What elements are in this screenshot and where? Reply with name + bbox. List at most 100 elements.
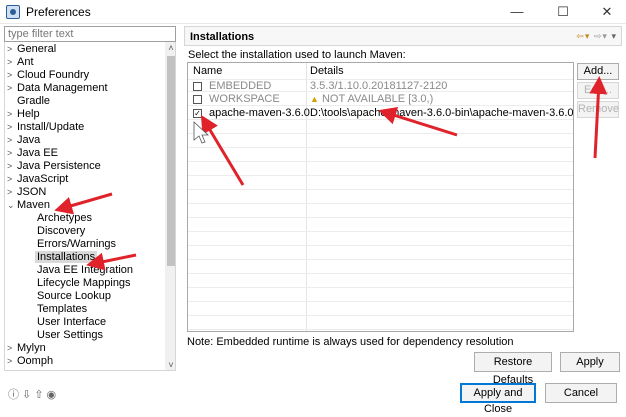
row-checkbox[interactable] bbox=[193, 95, 202, 104]
tree-item-archetypes[interactable]: Archetypes bbox=[37, 212, 92, 225]
scroll-down-icon[interactable]: ˅ bbox=[165, 359, 175, 370]
tree-item-gradle[interactable]: Gradle bbox=[7, 95, 50, 108]
tree-item-maven[interactable]: ⌄ Maven bbox=[7, 199, 50, 212]
tree-item-java-ee-integration[interactable]: Java EE Integration bbox=[37, 264, 133, 277]
tree-item-ant[interactable]: > Ant bbox=[7, 56, 34, 69]
tree-item-java[interactable]: > Java bbox=[7, 134, 40, 147]
chevron-right-icon[interactable]: > bbox=[7, 147, 17, 160]
tree-item-lifecycle-mappings[interactable]: Lifecycle Mappings bbox=[37, 277, 131, 290]
chevron-right-icon[interactable]: > bbox=[7, 173, 17, 186]
chevron-right-icon[interactable]: > bbox=[7, 56, 17, 69]
tree-item-help[interactable]: > Help bbox=[7, 108, 40, 121]
chevron-right-icon[interactable]: > bbox=[7, 342, 17, 355]
restore-defaults-button[interactable]: Restore Defaults bbox=[474, 352, 552, 386]
table-row[interactable]: ✓ apache-maven-3.6.0 D:\tools\apache-mav… bbox=[188, 107, 573, 120]
tree-item-cloud-foundry[interactable]: > Cloud Foundry bbox=[7, 69, 89, 82]
row-details: ▲ NOT AVAILABLE [3.0,) bbox=[310, 93, 434, 105]
empty-row bbox=[188, 289, 573, 302]
table-row[interactable]: WORKSPACE ▲ NOT AVAILABLE [3.0,) bbox=[188, 93, 573, 106]
row-name: WORKSPACE bbox=[209, 93, 280, 105]
navigation-icons[interactable]: ⇦▾ ⇨▾ ▾ bbox=[576, 31, 617, 42]
chevron-right-icon[interactable]: > bbox=[7, 108, 17, 121]
page-description: Select the installation used to launch M… bbox=[188, 49, 406, 61]
tree-item-javascript[interactable]: > JavaScript bbox=[7, 173, 68, 186]
table-row[interactable]: EMBEDDED 3.5.3/1.10.0.20181127-2120 bbox=[188, 79, 573, 92]
tree-item-user-interface[interactable]: User Interface bbox=[37, 316, 106, 329]
empty-row bbox=[188, 261, 573, 274]
import-icon[interactable]: ⇩ bbox=[22, 389, 34, 401]
tree-item-installations[interactable]: Installations bbox=[35, 251, 98, 264]
chevron-right-icon[interactable]: > bbox=[7, 134, 17, 147]
scroll-thumb[interactable] bbox=[167, 56, 175, 266]
tree-item-oomph[interactable]: > Oomph bbox=[7, 355, 53, 368]
forward-menu-icon[interactable]: ▾ bbox=[602, 31, 608, 41]
empty-row bbox=[188, 191, 573, 204]
tree-item-source-lookup[interactable]: Source Lookup bbox=[37, 290, 111, 303]
row-checkbox-checked[interactable]: ✓ bbox=[193, 109, 202, 118]
tree-item-install-update[interactable]: > Install/Update bbox=[7, 121, 84, 134]
tree-scrollbar[interactable]: ˄ ˅ bbox=[165, 42, 175, 370]
view-menu-icon[interactable]: ▾ bbox=[611, 31, 617, 41]
row-name: apache-maven-3.6.0 bbox=[209, 107, 310, 119]
page-title: Installations bbox=[190, 31, 255, 43]
scroll-up-icon[interactable]: ˄ bbox=[165, 42, 175, 54]
empty-row bbox=[188, 135, 573, 148]
empty-row bbox=[188, 163, 573, 176]
tree-item-user-settings[interactable]: User Settings bbox=[37, 329, 103, 342]
row-name: EMBEDDED bbox=[209, 80, 272, 92]
empty-row bbox=[188, 303, 573, 316]
maximize-button[interactable]: ☐ bbox=[540, 0, 586, 24]
row-details: 3.5.3/1.10.0.20181127-2120 bbox=[310, 80, 448, 92]
chevron-right-icon[interactable]: > bbox=[7, 69, 17, 82]
minimize-button[interactable]: — bbox=[494, 0, 540, 24]
title-bar: Preferences — ☐ ✕ bbox=[0, 0, 626, 24]
help-icon[interactable]: ⓘ bbox=[8, 389, 22, 401]
preferences-app-icon bbox=[6, 5, 20, 19]
empty-row bbox=[188, 121, 573, 134]
row-checkbox[interactable] bbox=[193, 82, 202, 91]
preferences-tree: > General > Ant > Cloud Foundry > Data Manag… bbox=[4, 42, 176, 371]
export-icon[interactable]: ⇧ bbox=[34, 389, 46, 401]
filter-input[interactable]: type filter text bbox=[4, 26, 176, 42]
tree-item-mylyn[interactable]: > Mylyn bbox=[7, 342, 46, 355]
tree-item-java-ee[interactable]: > Java EE bbox=[7, 147, 58, 160]
column-header-name[interactable]: Name bbox=[193, 65, 222, 77]
page-header: Installations ⇦▾ ⇨▾ ▾ bbox=[184, 26, 622, 46]
embedded-runtime-note: Note: Embedded runtime is always used fo… bbox=[187, 336, 514, 348]
chevron-right-icon[interactable]: > bbox=[7, 121, 17, 134]
back-menu-icon[interactable]: ▾ bbox=[585, 31, 591, 41]
column-header-details[interactable]: Details bbox=[310, 65, 344, 77]
chevron-right-icon[interactable]: > bbox=[7, 82, 17, 95]
edit-button[interactable]: Edit... bbox=[577, 82, 619, 99]
chevron-down-icon[interactable]: ⌄ bbox=[7, 199, 17, 212]
tree-item-templates[interactable]: Templates bbox=[37, 303, 87, 316]
back-icon[interactable]: ⇦ bbox=[576, 31, 585, 41]
chevron-right-icon[interactable]: > bbox=[7, 43, 17, 56]
empty-row bbox=[188, 149, 573, 162]
empty-row bbox=[188, 177, 573, 190]
tree-item-general[interactable]: > General bbox=[7, 43, 56, 56]
cancel-button[interactable]: Cancel bbox=[545, 383, 617, 403]
empty-row bbox=[188, 219, 573, 232]
apply-button[interactable]: Apply bbox=[560, 352, 620, 372]
tree-item-java-persistence[interactable]: > Java Persistence bbox=[7, 160, 101, 173]
close-button[interactable]: ✕ bbox=[584, 0, 626, 24]
window-title: Preferences bbox=[26, 5, 91, 19]
add-button[interactable]: Add... bbox=[577, 63, 619, 80]
tree-item-errors-warnings[interactable]: Errors/Warnings bbox=[37, 238, 116, 251]
remove-button[interactable]: Remove bbox=[577, 101, 619, 118]
tree-item-json[interactable]: > JSON bbox=[7, 186, 46, 199]
tree-item-discovery[interactable]: Discovery bbox=[37, 225, 85, 238]
empty-row bbox=[188, 275, 573, 288]
warning-icon: ▲ bbox=[310, 94, 319, 104]
tree-item-data-management[interactable]: > Data Management bbox=[7, 82, 108, 95]
preferences-recorder-icon[interactable]: ◉ bbox=[46, 389, 59, 401]
apply-and-close-button[interactable]: Apply and Close bbox=[460, 383, 536, 415]
chevron-right-icon[interactable]: > bbox=[7, 160, 17, 173]
empty-row bbox=[188, 317, 573, 330]
chevron-right-icon[interactable]: > bbox=[7, 186, 17, 199]
row-details: D:\tools\apache-maven-3.6.0-bin\apache-m… bbox=[310, 107, 574, 119]
empty-row bbox=[188, 205, 573, 218]
chevron-right-icon[interactable]: > bbox=[7, 355, 17, 368]
footer-icons: ⓘ⇩⇧◉ bbox=[8, 386, 59, 402]
